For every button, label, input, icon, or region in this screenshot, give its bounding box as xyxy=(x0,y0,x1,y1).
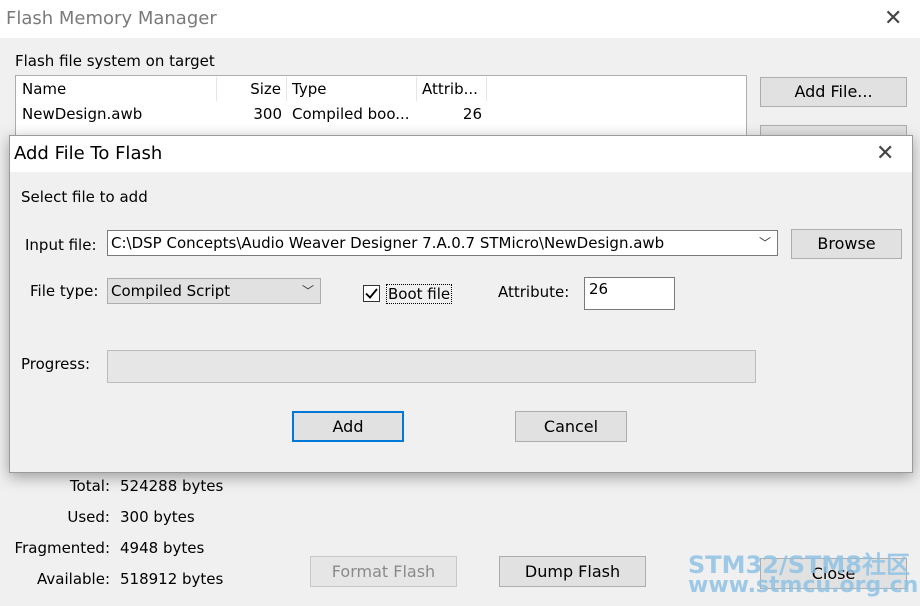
cell-name: NewDesign.awb xyxy=(22,105,143,123)
file-type-label: File type: xyxy=(30,282,99,300)
main-close-icon[interactable]: ✕ xyxy=(884,8,902,30)
input-file-label: Input file: xyxy=(25,236,97,254)
fragmented-value: 4948 bytes xyxy=(120,539,205,557)
attribute-input[interactable]: 26 xyxy=(584,277,675,310)
add-file-button[interactable]: Add File... xyxy=(760,77,907,107)
watermark-line2: www.stmcu.org.cn xyxy=(688,573,919,598)
available-label: Available: xyxy=(37,570,110,588)
cell-size: 300 xyxy=(253,105,282,123)
main-window-title: Flash Memory Manager xyxy=(6,8,217,29)
dump-flash-button[interactable]: Dump Flash xyxy=(499,556,646,587)
column-header-name[interactable]: Name xyxy=(17,77,217,101)
select-file-prompt: Select file to add xyxy=(21,188,148,206)
flash-file-list[interactable]: Name Size Type Attrib... NewDesign.awb 3… xyxy=(15,75,747,139)
cancel-button[interactable]: Cancel xyxy=(515,411,627,442)
total-label: Total: xyxy=(69,477,110,495)
dialog-close-icon[interactable]: ✕ xyxy=(876,143,894,165)
boot-file-label[interactable]: Boot file xyxy=(386,284,453,304)
input-file-combo[interactable]: C:\DSP Concepts\Audio Weaver Designer 7.… xyxy=(107,230,778,256)
fragmented-label: Fragmented: xyxy=(14,539,110,557)
main-window-titlebar: Flash Memory Manager ✕ xyxy=(0,0,920,38)
checkmark-icon xyxy=(365,288,378,299)
column-header-type[interactable]: Type xyxy=(287,77,417,101)
column-header-size[interactable]: Size xyxy=(217,77,287,101)
cell-attrib: 26 xyxy=(462,105,482,123)
browse-button[interactable]: Browse xyxy=(791,229,902,259)
format-flash-button[interactable]: Format Flash xyxy=(310,556,457,587)
file-type-select[interactable]: Compiled Script ﹀ xyxy=(107,278,321,304)
attribute-label: Attribute: xyxy=(498,283,570,301)
progress-bar xyxy=(107,350,756,383)
add-file-dialog: Add File To Flash ✕ Select file to add I… xyxy=(9,135,913,473)
flash-fs-label: Flash file system on target xyxy=(15,52,215,70)
add-button[interactable]: Add xyxy=(292,411,404,442)
column-header-attrib[interactable]: Attrib... xyxy=(417,77,487,101)
total-value: 524288 bytes xyxy=(120,477,224,495)
used-value: 300 bytes xyxy=(120,508,195,526)
dialog-titlebar: Add File To Flash ✕ xyxy=(10,136,912,172)
boot-file-checkbox[interactable] xyxy=(363,285,380,302)
available-value: 518912 bytes xyxy=(120,570,224,588)
chevron-down-icon[interactable]: ﹀ xyxy=(759,231,771,255)
dialog-title: Add File To Flash xyxy=(14,143,163,164)
file-type-value: Compiled Script xyxy=(111,282,231,300)
cell-type: Compiled boo... xyxy=(292,105,410,123)
input-file-value: C:\DSP Concepts\Audio Weaver Designer 7.… xyxy=(111,234,665,252)
progress-label: Progress: xyxy=(21,355,91,373)
chevron-down-icon[interactable]: ﹀ xyxy=(302,279,314,303)
used-label: Used: xyxy=(67,508,110,526)
